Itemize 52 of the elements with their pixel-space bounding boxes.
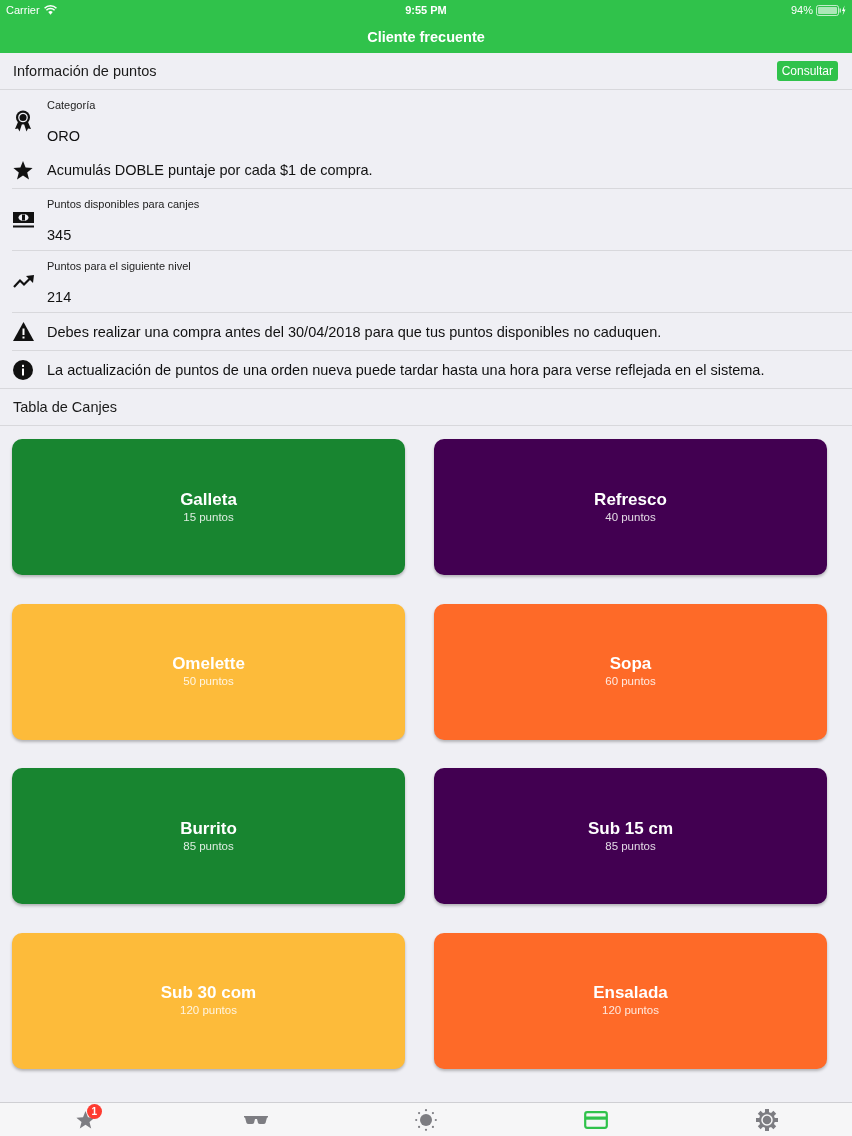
section-title: Información de puntos <box>13 63 157 79</box>
reward-card[interactable]: Sub 15 cm 85 puntos <box>434 768 827 905</box>
settings-icon[interactable] <box>755 1108 778 1131</box>
reward-points: 120 puntos <box>180 1003 237 1018</box>
field-label: Puntos disponibles para canjes <box>47 197 200 211</box>
reward-name: Omelette <box>172 653 245 675</box>
info-icon <box>13 359 33 380</box>
reward-points: 60 puntos <box>605 674 656 689</box>
reward-name: Burrito <box>180 817 237 839</box>
warning-icon <box>12 322 34 341</box>
section-title: Tabla de Canjes <box>13 399 117 415</box>
reward-card[interactable]: Refresco 40 puntos <box>434 439 827 575</box>
reward-card[interactable]: Sopa 60 puntos <box>434 603 827 740</box>
reward-name: Refresco <box>594 488 667 510</box>
reward-points: 40 puntos <box>605 509 656 524</box>
sunglasses-icon[interactable] <box>243 1115 268 1124</box>
credit-card-icon[interactable] <box>584 1110 609 1129</box>
field-value: ORO <box>47 127 82 145</box>
reward-name: Sopa <box>609 653 652 675</box>
battery-percent: 94% <box>790 4 813 16</box>
reward-card[interactable]: Burrito 85 puntos <box>12 768 405 905</box>
reward-name: Sub 15 cm <box>587 817 673 839</box>
field-value: 345 <box>47 226 73 244</box>
wifi-icon <box>43 5 57 15</box>
sun-icon[interactable] <box>415 1108 437 1131</box>
field-value: 214 <box>47 288 73 306</box>
consult-button[interactable]: Consultar <box>776 61 838 81</box>
warning-text: Debes realizar una compra antes del 30/04/2018 para que tus puntos disponibles no caduquen. <box>47 323 662 340</box>
trending-up-icon <box>12 275 34 288</box>
award-ribbon-icon <box>14 110 32 132</box>
info-text: La actualización de puntos de una orden nueva puede tardar hasta una hora para verse reflejada en el sistema. <box>47 361 765 378</box>
star-icon <box>13 160 33 180</box>
battery-charging-icon <box>816 4 846 16</box>
reward-points: 120 puntos <box>602 1003 659 1018</box>
carrier-name: Carrier <box>6 4 40 16</box>
notification-count: 1 <box>86 1103 102 1119</box>
field-label: Categoría <box>47 98 96 112</box>
screen-title: Cliente frecuente <box>367 28 485 45</box>
tab-bar-item[interactable]: 1 <box>0 1103 171 1136</box>
reward-name: Galleta <box>180 488 237 510</box>
field-label: Puntos para el siguiente nivel <box>47 259 191 273</box>
reward-name: Sub 30 com <box>160 982 257 1004</box>
benefit-text: Acumulás DOBLE puntaje por cada $1 de compra. <box>47 162 373 178</box>
reward-name: Ensalada <box>593 982 668 1004</box>
reward-points: 50 puntos <box>183 674 234 689</box>
reward-points: 15 puntos <box>183 509 234 524</box>
reward-card[interactable]: Galleta 15 puntos <box>12 439 405 575</box>
reward-points: 85 puntos <box>183 838 234 853</box>
banknote-icon <box>12 211 34 228</box>
reward-points: 85 puntos <box>605 838 656 853</box>
clock-time: 9:55 PM <box>405 4 447 16</box>
reward-card[interactable]: Ensalada 120 puntos <box>434 932 827 1069</box>
